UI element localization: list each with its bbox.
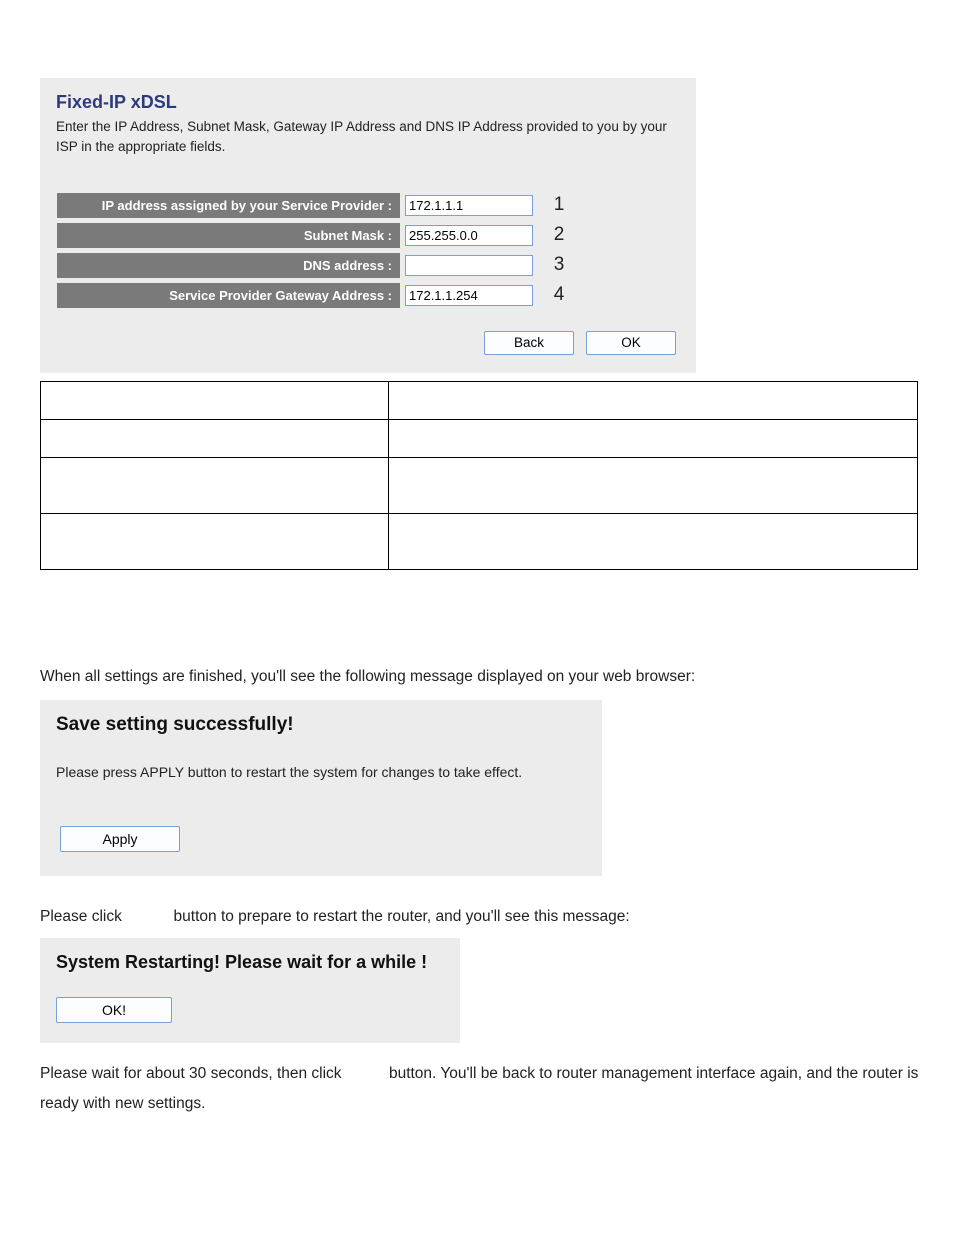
row-num-3: 3 [537, 252, 581, 279]
form-row-subnet: Subnet Mask : 2 [56, 222, 680, 249]
gateway-address-input[interactable] [405, 285, 533, 306]
label-dns: DNS address : [56, 252, 401, 279]
table-row [41, 457, 918, 513]
text3-part-a: Please wait for about 30 seconds, then c… [40, 1065, 346, 1082]
restart-title: System Restarting! Please wait for a whi… [56, 952, 444, 973]
table-row [41, 513, 918, 569]
row-num-2: 2 [537, 222, 581, 249]
input-cell-gateway [401, 282, 537, 309]
panel-description: Enter the IP Address, Subnet Mask, Gatew… [56, 117, 680, 158]
back-button[interactable]: Back [484, 331, 574, 355]
row-num-4: 4 [537, 282, 581, 309]
body-text-2: Please click button to prepare to restar… [40, 904, 920, 930]
ip-address-input[interactable] [405, 195, 533, 216]
description-table [40, 381, 918, 570]
form-row-gateway: Service Provider Gateway Address : 4 [56, 282, 680, 309]
label-ip: IP address assigned by your Service Prov… [56, 192, 401, 219]
input-cell-subnet [401, 222, 537, 249]
row-num-1: 1 [537, 192, 581, 219]
table-row [41, 381, 918, 419]
ok-button[interactable]: OK [586, 331, 676, 355]
input-cell-dns [401, 252, 537, 279]
restart-panel: System Restarting! Please wait for a whi… [40, 938, 460, 1043]
body-text-1: When all settings are finished, you'll s… [40, 664, 920, 690]
ok-restart-button[interactable]: OK! [56, 997, 172, 1023]
save-success-text: Please press APPLY button to restart the… [56, 764, 586, 780]
text2-part-b: button to prepare to restart the router,… [174, 908, 630, 925]
table-row [41, 419, 918, 457]
save-success-title: Save setting successfully! [56, 714, 586, 736]
input-cell-ip [401, 192, 537, 219]
dns-address-input[interactable] [405, 255, 533, 276]
label-subnet: Subnet Mask : [56, 222, 401, 249]
panel-title: Fixed-IP xDSL [56, 92, 680, 113]
body-text-3: Please wait for about 30 seconds, then c… [40, 1059, 938, 1118]
save-success-panel: Save setting successfully! Please press … [40, 700, 602, 876]
fixed-ip-panel: Fixed-IP xDSL Enter the IP Address, Subn… [40, 78, 696, 373]
form-row-dns: DNS address : 3 [56, 252, 680, 279]
apply-button[interactable]: Apply [60, 826, 180, 852]
button-row: Back OK [56, 331, 680, 355]
form-row-ip: IP address assigned by your Service Prov… [56, 192, 680, 219]
subnet-mask-input[interactable] [405, 225, 533, 246]
label-gateway: Service Provider Gateway Address : [56, 282, 401, 309]
text2-part-a: Please click [40, 908, 126, 925]
